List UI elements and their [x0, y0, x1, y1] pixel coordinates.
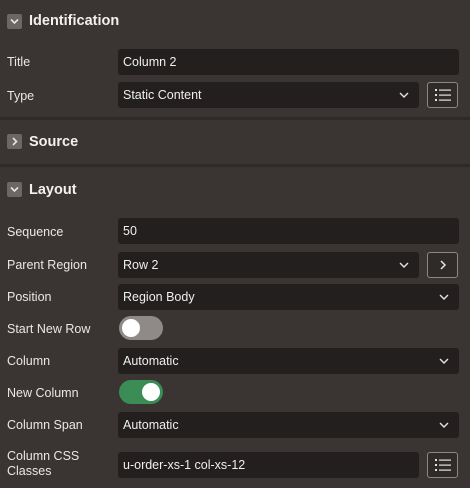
chevron-down-icon [439, 358, 449, 364]
new-column-label: New Column [7, 386, 79, 400]
column-css-classes-label: Column CSS Classes [7, 449, 79, 479]
chevron-down-icon [439, 422, 449, 428]
toggle-knob [142, 383, 160, 401]
type-label: Type [7, 89, 35, 103]
chevron-right-icon [439, 260, 446, 270]
parent-region-select[interactable]: Row 2 [118, 252, 419, 278]
sequence-label: Sequence [7, 225, 64, 239]
section-divider [0, 117, 470, 120]
column-span-value: Automatic [123, 418, 179, 432]
column-css-value: u-order-xs-1 col-xs-12 [123, 458, 246, 472]
parent-region-label: Parent Region [7, 258, 87, 272]
sequence-value: 50 [123, 224, 137, 238]
new-column-toggle[interactable] [119, 380, 163, 404]
chevron-down-icon [439, 294, 449, 300]
column-select[interactable]: Automatic [118, 348, 459, 374]
list-icon [434, 89, 451, 101]
title-value: Column 2 [123, 55, 177, 69]
toggle-knob [122, 319, 140, 337]
position-value: Region Body [123, 290, 195, 304]
section-title-source: Source [29, 134, 79, 150]
sequence-input[interactable]: 50 [118, 218, 459, 244]
column-css-classes-input[interactable]: u-order-xs-1 col-xs-12 [118, 452, 419, 478]
chevron-down-icon[interactable] [7, 14, 22, 29]
position-select[interactable]: Region Body [118, 284, 459, 310]
start-new-row-toggle[interactable] [119, 316, 163, 340]
section-title-identification: Identification [29, 13, 120, 29]
title-input[interactable]: Column 2 [118, 49, 459, 75]
type-value: Static Content [123, 88, 202, 102]
column-value: Automatic [123, 354, 179, 368]
position-label: Position [7, 290, 52, 304]
type-select[interactable]: Static Content [118, 82, 419, 108]
section-source[interactable]: Source [0, 124, 470, 160]
chevron-down-icon [399, 92, 409, 98]
column-css-label-line1: Column CSS [7, 449, 80, 463]
column-span-label: Column Span [7, 418, 83, 432]
chevron-down-icon[interactable] [7, 182, 22, 197]
start-new-row-label: Start New Row [7, 322, 91, 336]
parent-region-value: Row 2 [123, 258, 159, 272]
list-icon [434, 459, 451, 471]
title-label: Title [7, 55, 31, 69]
chevron-down-icon [399, 262, 409, 268]
column-span-select[interactable]: Automatic [118, 412, 459, 438]
section-divider [0, 164, 470, 167]
section-title-layout: Layout [29, 182, 77, 198]
chevron-right-icon[interactable] [7, 134, 22, 149]
type-list-button[interactable] [427, 82, 458, 108]
column-css-label-line2: Classes [7, 464, 52, 478]
section-layout[interactable]: Layout [0, 172, 470, 208]
column-css-list-button[interactable] [427, 452, 458, 478]
column-label: Column [7, 354, 51, 368]
section-identification[interactable]: Identification [0, 3, 470, 39]
parent-region-go-button[interactable] [427, 252, 458, 278]
